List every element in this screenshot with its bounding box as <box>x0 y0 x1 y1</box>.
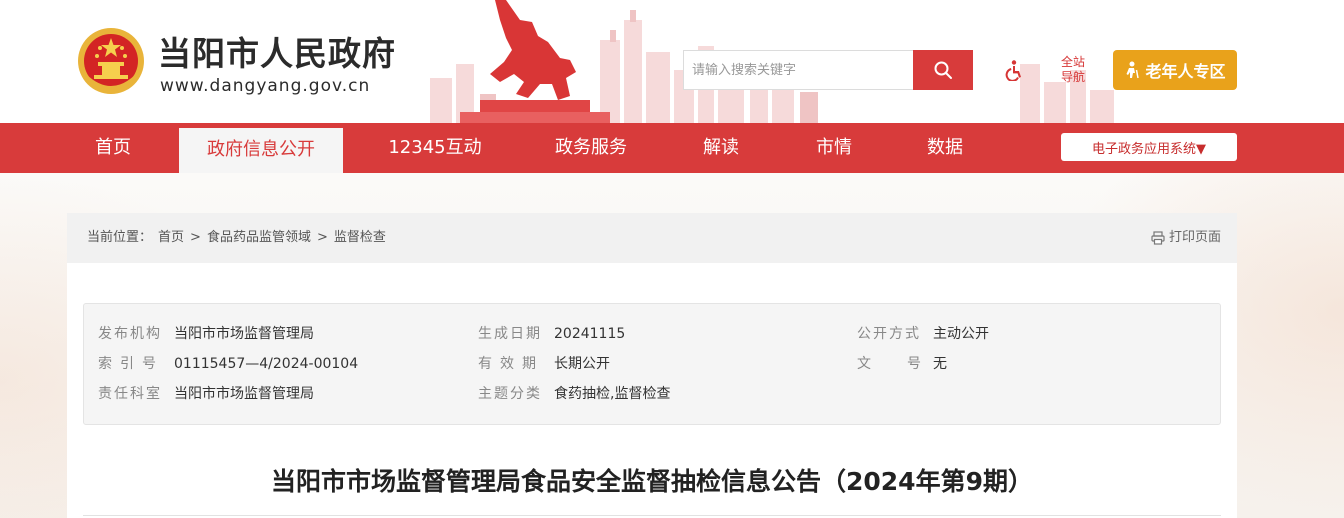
national-emblem-logo <box>78 28 144 94</box>
search-icon <box>934 61 952 79</box>
breadcrumb-bar: 当前位置： 首页 > 食品药品监管领域 > 监督检查 打印页面 <box>67 213 1237 263</box>
document-metadata-panel: 发布机构 当阳市市场监督管理局 生成日期 20241115 公开方式 主动公开 … <box>83 303 1221 425</box>
meta-date-key: 生成日期 <box>478 326 542 342</box>
meta-topic: 主题分类 食药抽检,监督检查 <box>478 384 670 404</box>
meta-index: 索引号 01115457—4/2024-00104 <box>98 354 358 374</box>
nav-item-services[interactable]: 政务服务 <box>540 123 642 173</box>
e-gov-systems-dropdown[interactable]: 电子政务应用系统▼ <box>1061 133 1237 161</box>
meta-index-value: 01115457—4/2024-00104 <box>174 356 359 372</box>
meta-doc-number: 文号 无 <box>857 354 947 374</box>
printer-icon <box>1151 231 1165 245</box>
meta-department-value: 当阳市市场监督管理局 <box>174 386 314 402</box>
meta-publisher-key: 发布机构 <box>98 326 162 342</box>
site-name: 当阳市人民政府 <box>158 34 396 73</box>
meta-department: 责任科室 当阳市市场监督管理局 <box>98 384 314 404</box>
meta-doc-number-value: 无 <box>933 356 947 372</box>
site-navigation-line2: 导航 <box>1060 70 1085 84</box>
print-page-button[interactable]: 打印页面 <box>1151 213 1221 263</box>
breadcrumb-prefix: 当前位置： <box>87 230 153 245</box>
nav-item-data[interactable]: 数据 <box>914 123 976 173</box>
breadcrumb: 当前位置： 首页 > 食品药品监管领域 > 监督检查 <box>87 213 386 263</box>
elderly-zone-label: 老年人专区 <box>1145 62 1226 81</box>
elderly-zone-button[interactable]: 老年人专区 <box>1113 50 1237 90</box>
nav-item-interpretation[interactable]: 解读 <box>690 123 752 173</box>
meta-index-key: 索引号 <box>98 356 164 372</box>
site-header: 当阳市人民政府 www.dangyang.gov.cn 全站 导航 老年人专区 <box>0 0 1344 123</box>
site-navigation-link[interactable]: 全站 导航 <box>1056 55 1090 85</box>
breadcrumb-item-food-drug[interactable]: 食品药品监管领域 <box>207 213 311 263</box>
meta-validity: 有效期 长期公开 <box>478 354 610 374</box>
meta-date: 生成日期 20241115 <box>478 324 625 344</box>
nav-item-city-info[interactable]: 市情 <box>803 123 865 173</box>
meta-doc-number-key: 文号 <box>857 356 957 372</box>
title-divider <box>83 515 1221 516</box>
print-page-label: 打印页面 <box>1168 230 1221 245</box>
elderly-person-icon <box>1126 61 1140 79</box>
article-title: 当阳市市场监督管理局食品安全监督抽检信息公告（2024年第9期） <box>271 467 1033 496</box>
accessibility-button[interactable] <box>1000 56 1028 84</box>
breadcrumb-separator: > <box>316 230 328 245</box>
nav-item-gov-info[interactable]: 政府信息公开 <box>179 128 343 173</box>
main-navigation: 首页 政府信息公开 12345互动 政务服务 解读 市情 数据 电子政务应用系统… <box>0 123 1344 173</box>
meta-validity-key: 有效期 <box>478 356 544 372</box>
meta-department-key: 责任科室 <box>98 386 162 402</box>
site-url: www.dangyang.gov.cn <box>160 76 371 96</box>
breadcrumb-item-home[interactable]: 首页 <box>158 213 184 263</box>
search-button[interactable] <box>913 50 973 90</box>
site-navigation-line1: 全站 <box>1060 55 1085 69</box>
breadcrumb-item-inspection[interactable]: 监督检查 <box>334 213 386 263</box>
nav-item-12345[interactable]: 12345互动 <box>380 123 490 173</box>
meta-topic-key: 主题分类 <box>478 386 542 402</box>
search-input[interactable] <box>683 50 915 90</box>
meta-mode: 公开方式 主动公开 <box>857 324 989 344</box>
meta-validity-value: 长期公开 <box>554 356 610 372</box>
meta-publisher: 发布机构 当阳市市场监督管理局 <box>98 324 314 344</box>
wheelchair-icon <box>1005 60 1021 81</box>
meta-date-value: 20241115 <box>554 326 626 342</box>
meta-mode-value: 主动公开 <box>933 326 989 342</box>
meta-topic-value: 食药抽检,监督检查 <box>554 386 671 402</box>
nav-item-home[interactable]: 首页 <box>78 123 148 173</box>
meta-mode-key: 公开方式 <box>857 326 921 342</box>
content-container: 当前位置： 首页 > 食品药品监管领域 > 监督检查 打印页面 发布机构 当阳市… <box>67 213 1237 518</box>
breadcrumb-separator: > <box>190 230 201 245</box>
meta-publisher-value: 当阳市市场监督管理局 <box>174 326 314 342</box>
